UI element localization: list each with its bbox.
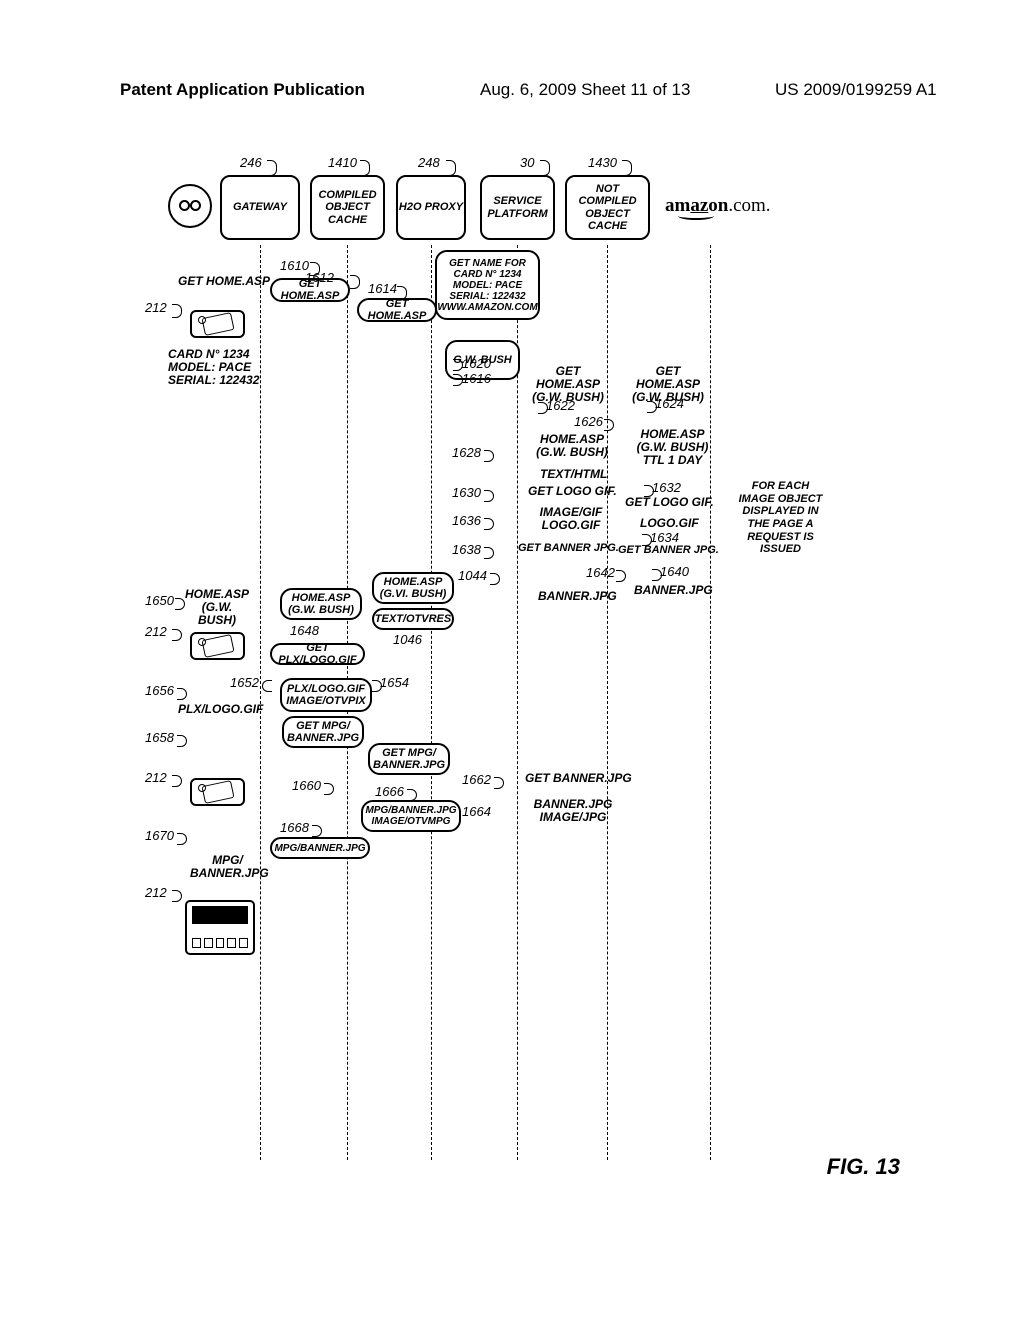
label-home-ttl: HOME.ASP (G.W. BUSH) TTL 1 DAY — [630, 428, 715, 468]
ref-1668: 1668 — [280, 820, 309, 835]
box-get-plx: GET PLX/LOGO.GIF — [270, 643, 365, 665]
label-get-banner-1662: GET BANNER.JPG — [525, 772, 632, 785]
ref-212a: 212 — [145, 300, 167, 315]
header-left: Patent Application Publication — [120, 80, 365, 100]
ref-1662: 1662 — [462, 772, 491, 787]
card-icon-3 — [190, 778, 245, 806]
ref-1664: 1664 — [462, 804, 491, 819]
ref-1652: 1652 — [230, 675, 259, 690]
ref-1630: 1630 — [452, 485, 481, 500]
box-get-name: GET NAME FOR CARD N° 1234 MODEL: PACE SE… — [435, 250, 540, 320]
label-banner1: BANNER.JPG — [538, 590, 617, 603]
header-right: US 2009/0199259 A1 — [775, 80, 937, 100]
label-get-logo: GET LOGO GIF. — [528, 485, 617, 498]
label-get-logo2: GET LOGO GIF. — [625, 496, 714, 509]
label-mpg-banner: MPG/ BANNER.JPG — [190, 854, 265, 880]
header-center: Aug. 6, 2009 Sheet 11 of 13 — [480, 80, 690, 100]
ref-1638: 1638 — [452, 542, 481, 557]
ref-1046: 1046 — [393, 632, 422, 647]
label-plx-logo: PLX/LOGO.GIF — [178, 703, 263, 716]
box-mpg-banner: MPG/BANNER.JPG IMAGE/OTVMPG — [361, 800, 461, 832]
user-icon — [168, 184, 212, 228]
ref-1634: 1634 — [650, 530, 679, 545]
ref-1666: 1666 — [375, 784, 404, 799]
label-text-html: TEXT/HTML — [540, 468, 607, 481]
lane-service-platform: SERVICE PLATFORM — [480, 175, 555, 240]
label-banner-img-jpg: BANNER.JPG IMAGE/JPG — [533, 798, 613, 824]
ref-1624: 1624 — [655, 396, 684, 411]
side-note: FOR EACH IMAGE OBJECT DISPLAYED IN THE P… — [738, 480, 823, 556]
ref-30: 30 — [520, 155, 534, 170]
ref-212b: 212 — [145, 624, 167, 639]
ref-1648: 1648 — [290, 623, 319, 638]
box-get-mpg-banner: GET MPG/ BANNER.JPG — [282, 716, 364, 748]
ref-1640: 1640 — [660, 564, 689, 579]
ref-1622: 1622 — [546, 398, 575, 413]
ref-1430: 1430 — [588, 155, 617, 170]
ref-246: 246 — [240, 155, 262, 170]
ref-1626: 1626 — [574, 414, 603, 429]
ref-212d: 212 — [145, 885, 167, 900]
ref-1656: 1656 — [145, 683, 174, 698]
ref-1642: 1642 — [586, 565, 615, 580]
settop-box-icon — [185, 900, 255, 955]
label-get-banner2: GET BANNER JPG. — [618, 544, 719, 556]
ref-1660: 1660 — [292, 778, 321, 793]
lane-compiled-cache: COMPILED OBJECT CACHE — [310, 175, 385, 240]
figure-13: 246 1410 248 30 1430 GATEWAY COMPILED OB… — [150, 170, 910, 1160]
ref-212c: 212 — [145, 770, 167, 785]
label-image-gif: IMAGE/GIF LOGO.GIF — [536, 506, 606, 532]
ref-1628: 1628 — [452, 445, 481, 460]
box-plx-logo: PLX/LOGO.GIF IMAGE/OTVPIX — [280, 678, 372, 712]
ref-1616: 1616 — [462, 371, 491, 386]
box-text-otvres: TEXT/OTVRES — [372, 608, 454, 630]
ref-1636: 1636 — [452, 513, 481, 528]
ref-1654: 1654 — [380, 675, 409, 690]
box-1614: GET HOME.ASP — [357, 298, 437, 322]
ref-1658: 1658 — [145, 730, 174, 745]
label-logo-gif: LOGO.GIF — [640, 517, 699, 530]
label-1626: HOME.ASP (G.W. BUSH) — [532, 433, 612, 459]
label-1650: HOME.ASP (G.W. BUSH) — [182, 588, 252, 628]
lane-gateway: GATEWAY — [220, 175, 300, 240]
card-icon-2 — [190, 632, 245, 660]
lane-h2o-proxy: H2O PROXY — [396, 175, 466, 240]
box-get-mpg-banner2: GET MPG/ BANNER.JPG — [368, 743, 450, 775]
label-get-banner: GET BANNER JPG. — [518, 542, 619, 554]
ref-1044: 1044 — [458, 568, 487, 583]
ref-1614: 1614 — [368, 281, 397, 296]
card-info-3: SERIAL: 122432 — [168, 374, 259, 387]
ref-1410: 1410 — [328, 155, 357, 170]
box-home-gw-left: HOME.ASP (G.W. BUSH) — [280, 588, 362, 620]
ref-1650: 1650 — [145, 593, 174, 608]
box-mpg-banner2: MPG/BANNER.JPG — [270, 837, 370, 859]
box-home-gw-mid: HOME.ASP (G.VI. BUSH) — [372, 572, 454, 604]
ref-1670: 1670 — [145, 828, 174, 843]
lane-not-compiled-cache: NOT COMPILED OBJECT CACHE — [565, 175, 650, 240]
ref-248: 248 — [418, 155, 440, 170]
figure-label: FIG. 13 — [827, 1154, 900, 1180]
label-get-home-asp: GET HOME.ASP — [178, 275, 270, 288]
ref-1632: 1632 — [652, 480, 681, 495]
ref-1620: 1620 — [462, 356, 491, 371]
card-icon-1 — [190, 310, 245, 338]
label-banner2: BANNER.JPG — [634, 584, 713, 597]
